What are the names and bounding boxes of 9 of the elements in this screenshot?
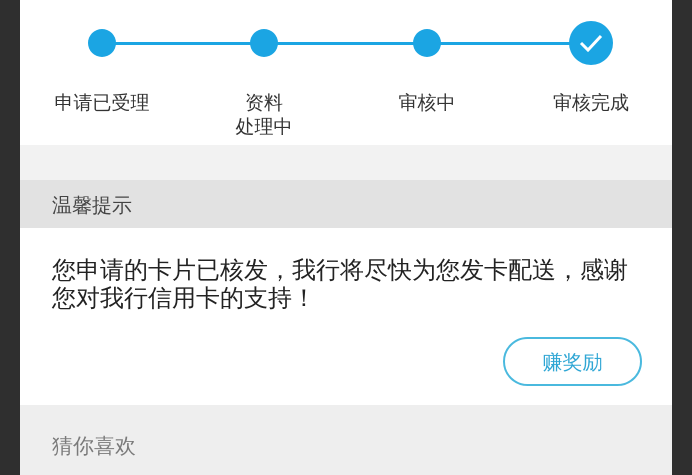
step-label: 审核中 xyxy=(398,92,456,116)
notice-message: 您申请的卡片已核发，我行将尽快为您发卡配送，感谢您对我行信用卡的支持！ xyxy=(52,256,629,312)
step-label: 申请已受理 xyxy=(54,92,150,116)
reward-button[interactable]: 赚奖励 xyxy=(503,337,642,386)
step-label: 资料 xyxy=(245,92,283,116)
step-label: 审核完成 xyxy=(553,92,629,116)
section-header: 猜你喜欢 xyxy=(52,434,136,458)
step-label: 处理中 xyxy=(236,116,292,140)
section-header: 温馨提示 xyxy=(20,180,672,228)
